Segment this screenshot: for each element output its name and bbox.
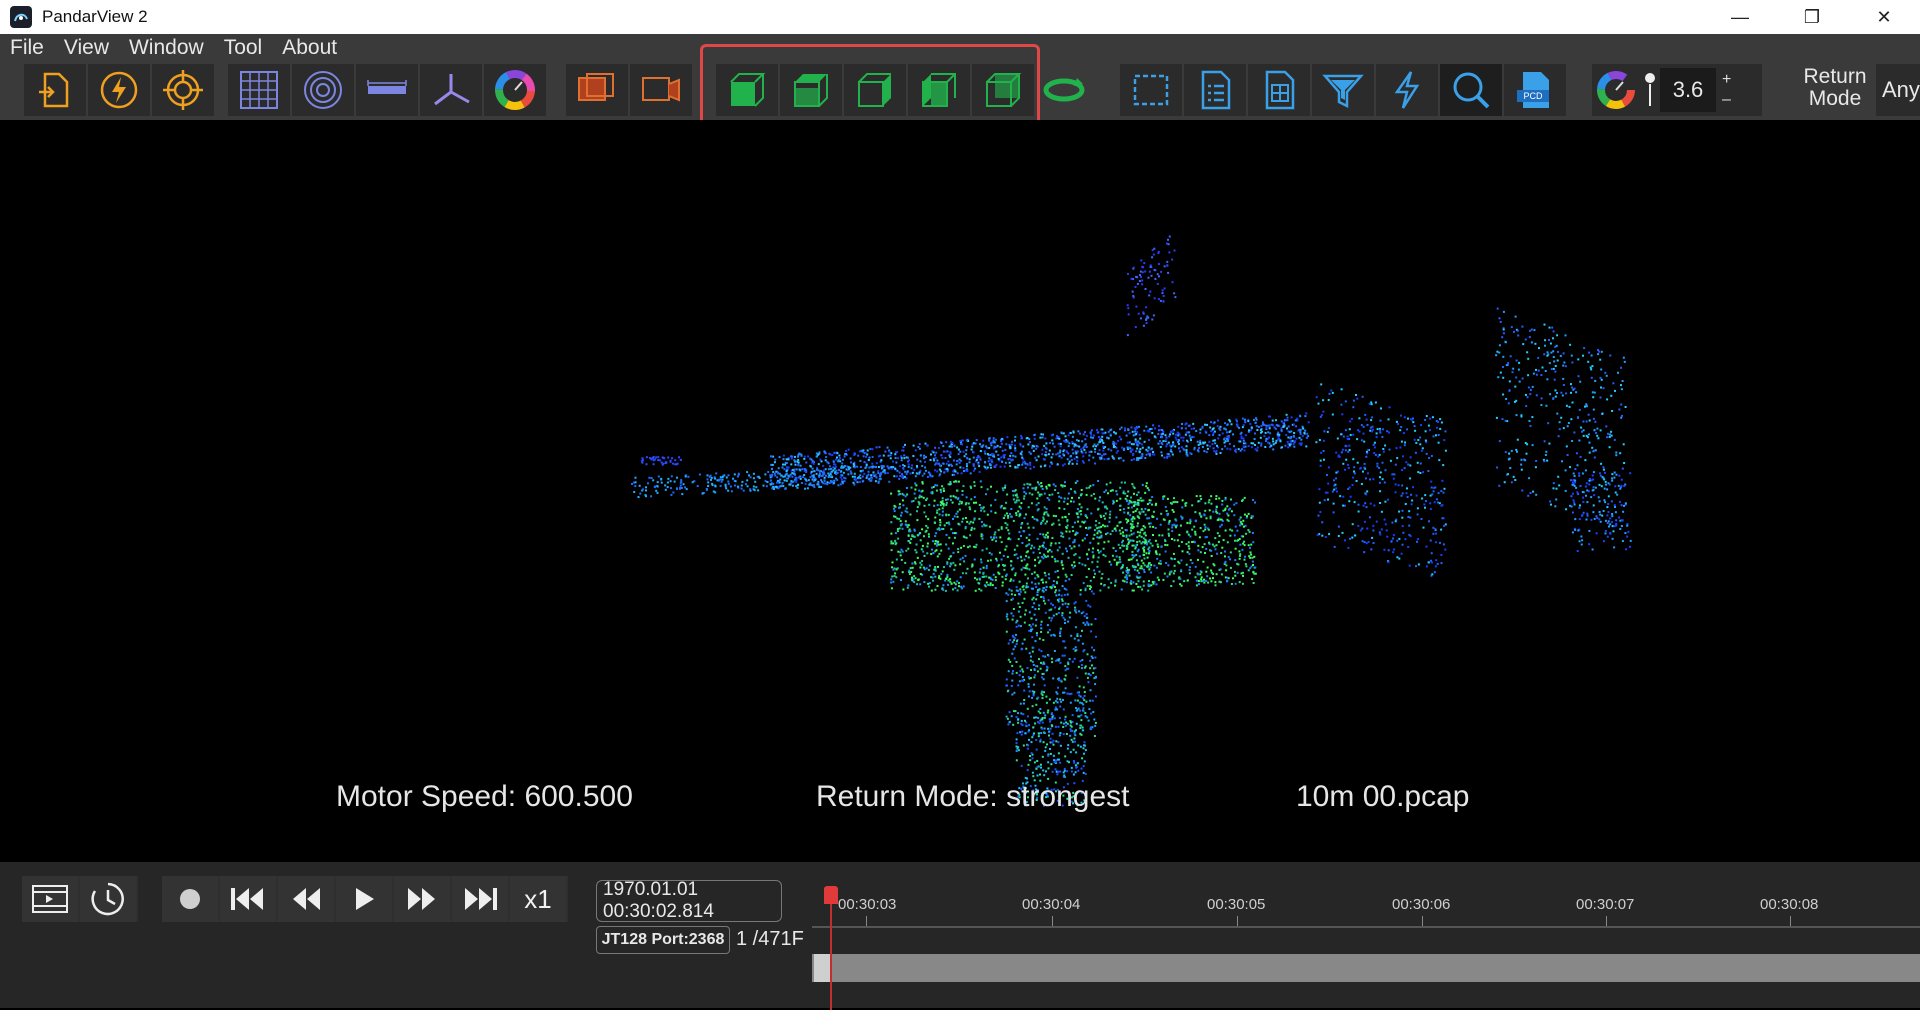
skip-start-icon (231, 888, 263, 910)
point-size-icon (1640, 64, 1660, 116)
playhead-marker[interactable] (824, 886, 838, 904)
skip-to-end-button[interactable] (452, 876, 508, 922)
tick-label: 00:30:03 (838, 896, 897, 913)
tick-mark (1237, 916, 1238, 926)
lightning-icon (1394, 71, 1420, 109)
title-bar: PandarView 2 — ❐ ✕ (0, 0, 1920, 34)
ruler-icon (367, 80, 407, 94)
rotate-icon (1043, 78, 1085, 102)
axes-icon (434, 74, 470, 106)
play-button[interactable] (336, 876, 392, 922)
grid-icon (240, 71, 278, 109)
playhead-line (830, 890, 832, 1010)
record-icon (180, 889, 200, 909)
fast-forward-icon (408, 888, 435, 910)
timeline-track[interactable] (812, 954, 1920, 982)
point-size-field[interactable]: 3.6 (1660, 68, 1716, 112)
frame-counter: 1 /471F (736, 928, 804, 950)
select-region-button[interactable] (1120, 64, 1182, 116)
open-file-button[interactable] (24, 64, 86, 116)
connect-lidar-button[interactable] (88, 64, 150, 116)
close-button[interactable]: ✕ (1848, 0, 1920, 34)
play-icon (356, 888, 374, 910)
motor-speed-readout: Motor Speed: 600.500 (336, 780, 633, 813)
search-button[interactable] (1440, 64, 1502, 116)
search-icon (1453, 72, 1490, 109)
fast-forward-button[interactable] (394, 876, 450, 922)
open-file-icon (39, 72, 69, 108)
filter-button[interactable] (1312, 64, 1374, 116)
tick-label: 00:30:04 (1022, 896, 1081, 913)
minimize-button[interactable]: — (1704, 0, 1776, 34)
menu-view[interactable]: View (54, 36, 119, 60)
layers-button[interactable] (566, 64, 628, 116)
timestamp-field[interactable]: 1970.01.01 00:30:02.814 (596, 879, 782, 922)
point-color-button[interactable] (1592, 64, 1640, 116)
table-view-button[interactable] (1248, 64, 1310, 116)
record-button[interactable] (162, 876, 218, 922)
restore-button[interactable]: ❐ (1776, 0, 1848, 34)
menu-window[interactable]: Window (119, 36, 214, 60)
color-wheel-icon (495, 70, 535, 110)
timeline[interactable]: 00:30:03 00:30:04 00:30:05 00:30:06 00:3… (812, 876, 1920, 1010)
app-logo-icon (10, 6, 32, 28)
file-name-readout: 10m 00.pcap (1296, 780, 1470, 813)
tick-mark (1790, 916, 1791, 926)
pcd-export-button[interactable]: PCD (1504, 64, 1566, 116)
tick-label: 00:30:07 (1576, 896, 1635, 913)
rotate-view-button[interactable] (1038, 68, 1090, 112)
tick-label: 00:30:08 (1760, 896, 1819, 913)
rewind-icon (293, 888, 320, 910)
tick-label: 00:30:05 (1207, 896, 1266, 913)
ruler-button[interactable] (356, 64, 418, 116)
pcd-file-icon: PCD (1517, 72, 1549, 108)
port-label: JT128 Port:2368 (596, 926, 730, 954)
history-button[interactable] (80, 876, 136, 922)
point-list-button[interactable] (1184, 64, 1246, 116)
point-size-decrease-button[interactable]: – (1722, 90, 1731, 110)
tick-mark (1422, 916, 1423, 926)
lightning-button[interactable] (1376, 64, 1438, 116)
menu-tool[interactable]: Tool (214, 36, 273, 60)
point-size-increase-button[interactable]: + (1722, 70, 1731, 90)
filter-funnel-icon (1322, 74, 1364, 109)
layers-icon (578, 73, 614, 101)
target-button[interactable] (152, 64, 214, 116)
clock-icon (91, 882, 124, 916)
tick-label: 00:30:06 (1392, 896, 1451, 913)
menu-about[interactable]: About (272, 36, 347, 60)
pcd-label: PCD (1523, 91, 1543, 101)
skip-to-start-button[interactable] (220, 876, 276, 922)
return-mode-label: Return Mode (1803, 65, 1867, 110)
camera-frame-icon (642, 77, 680, 102)
polar-grid-button[interactable] (292, 64, 354, 116)
tick-mark (1052, 916, 1053, 926)
camera-view-button[interactable] (630, 64, 692, 116)
color-wheel-icon (1597, 71, 1635, 109)
window-title: PandarView 2 (42, 7, 148, 26)
target-icon (163, 70, 203, 110)
point-cloud-viewport[interactable]: Motor Speed: 600.500 Return Mode: strong… (0, 120, 1920, 862)
video-mode-button[interactable] (22, 876, 78, 922)
skip-end-icon (465, 888, 497, 910)
axis-button[interactable] (420, 64, 482, 116)
grid-button[interactable] (228, 64, 290, 116)
rewind-button[interactable] (278, 876, 334, 922)
film-strip-icon (32, 885, 68, 913)
selection-box-icon (1133, 74, 1169, 106)
playback-speed-button[interactable]: x1 (510, 876, 566, 922)
playback-panel: x1 1970.01.01 00:30:02.814 JT128 Port:23… (0, 862, 1920, 1010)
table-document-icon (1265, 70, 1295, 110)
lightning-circle-icon (100, 71, 138, 109)
timeline-axis (812, 926, 1920, 928)
color-wheel-button[interactable] (484, 64, 546, 116)
return-mode-readout: Return Mode: strongest (816, 780, 1130, 813)
menu-file[interactable]: File (0, 36, 54, 60)
return-mode-select[interactable]: Any (1876, 64, 1920, 116)
point-cloud-render (631, 235, 1632, 807)
concentric-rings-icon (304, 71, 342, 109)
tick-mark (1606, 916, 1607, 926)
tick-mark (866, 916, 867, 926)
list-document-icon (1201, 70, 1231, 110)
